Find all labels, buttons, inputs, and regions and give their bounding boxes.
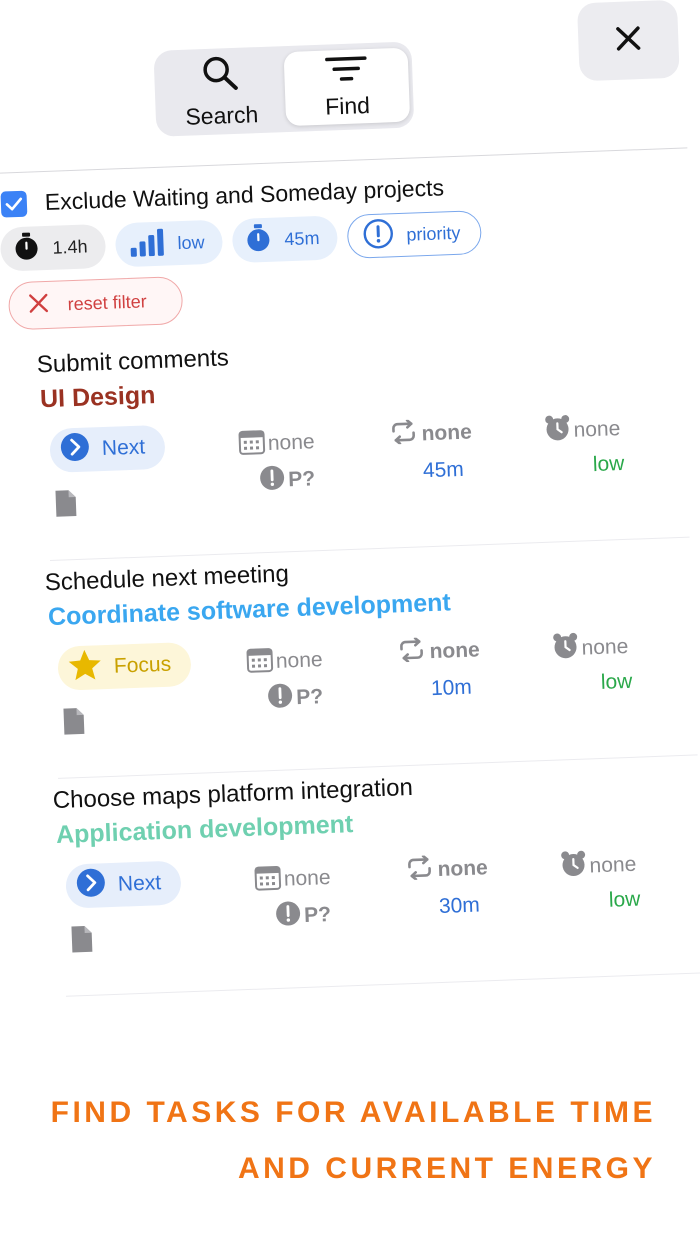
- task-duration[interactable]: 10m: [431, 676, 473, 701]
- task-alarm[interactable]: none: [551, 630, 629, 667]
- task-repeat-value: none: [437, 856, 489, 882]
- priority-chip[interactable]: priority: [346, 210, 483, 259]
- available-time-value: 1.4h: [52, 235, 88, 258]
- note-icon[interactable]: [69, 924, 94, 960]
- task-repeat[interactable]: none: [397, 635, 480, 668]
- task-due-value: none: [275, 648, 323, 673]
- reset-filter-label: reset filter: [67, 290, 147, 314]
- duration-chip[interactable]: 45m: [231, 215, 339, 264]
- exclude-checkbox[interactable]: [0, 190, 28, 218]
- calendar-icon: [237, 427, 266, 462]
- task-alarm-value: none: [573, 417, 621, 442]
- task-priority[interactable]: P?: [259, 463, 316, 497]
- duration-value: 45m: [284, 227, 320, 249]
- note-icon[interactable]: [53, 488, 78, 524]
- calendar-icon: [253, 863, 282, 898]
- timer-icon: [244, 222, 273, 258]
- task-duration[interactable]: 30m: [439, 894, 481, 919]
- chevron-right-circle-icon: [59, 432, 90, 469]
- calendar-icon: [245, 645, 274, 680]
- task-status-label: Next: [117, 871, 162, 896]
- stopwatch-icon: [12, 231, 41, 267]
- find-segment-label: Find: [324, 92, 371, 120]
- tagline-line-1: FIND TASKS FOR AVAILABLE TIME: [50, 1096, 656, 1129]
- task-card[interactable]: Choose maps platform integration Applica…: [52, 763, 700, 997]
- task-priority-value: P?: [287, 467, 316, 492]
- task-title: Submit comments: [36, 344, 230, 379]
- available-time-chip[interactable]: 1.4h: [0, 223, 107, 272]
- search-segment-label: Search: [184, 101, 259, 130]
- repeat-icon: [405, 854, 434, 886]
- task-due-value: none: [283, 865, 331, 891]
- close-icon: [614, 23, 643, 57]
- task-duration[interactable]: 45m: [423, 458, 465, 483]
- exclude-projects-row[interactable]: Exclude Waiting and Someday projects: [0, 174, 445, 218]
- task-priority-value: P?: [295, 685, 324, 710]
- task-title: Choose maps platform integration: [52, 773, 414, 815]
- task-alarm[interactable]: none: [543, 412, 621, 449]
- task-status-badge[interactable]: Next: [65, 860, 182, 909]
- alarm-clock-icon: [559, 850, 588, 885]
- star-icon: [67, 648, 102, 687]
- task-repeat-value: none: [429, 638, 481, 664]
- reset-filter-button[interactable]: reset filter: [7, 276, 184, 331]
- task-energy[interactable]: low: [592, 452, 624, 477]
- task-project[interactable]: Coordinate software development: [48, 588, 452, 632]
- search-segment[interactable]: Search: [158, 52, 285, 130]
- filter-chips: 1.4h low 45m priority: [0, 210, 483, 272]
- exclamation-circle-icon: [267, 682, 294, 715]
- task-repeat[interactable]: none: [405, 853, 488, 886]
- priority-label: priority: [406, 222, 461, 245]
- task-priority-value: P?: [303, 902, 332, 927]
- task-alarm-value: none: [589, 852, 637, 878]
- repeat-icon: [389, 419, 418, 450]
- task-due-date[interactable]: none: [253, 861, 331, 898]
- task-card[interactable]: Schedule next meeting Coordinate softwar…: [44, 545, 700, 779]
- task-status-label: Focus: [113, 652, 172, 678]
- task-divider: [65, 972, 700, 997]
- task-title: Schedule next meeting: [44, 560, 290, 597]
- exclude-label: Exclude Waiting and Someday projects: [44, 174, 445, 215]
- energy-bars-icon: [129, 226, 166, 262]
- task-alarm[interactable]: none: [559, 848, 637, 885]
- magnifier-icon: [200, 53, 242, 99]
- checkmark-icon: [5, 197, 23, 210]
- task-project[interactable]: Application development: [56, 810, 354, 850]
- task-status-badge[interactable]: Next: [49, 424, 166, 473]
- energy-chip[interactable]: low: [114, 219, 224, 268]
- close-icon: [27, 291, 50, 319]
- task-energy[interactable]: low: [600, 670, 632, 695]
- close-button[interactable]: [576, 0, 680, 82]
- filter-lines-icon: [324, 53, 369, 90]
- task-status-badge[interactable]: Focus: [57, 641, 192, 691]
- repeat-icon: [397, 636, 426, 668]
- find-segment[interactable]: Find: [283, 47, 411, 127]
- chevron-right-circle-icon: [75, 867, 106, 904]
- tilted-content: Search Find Exclude Waiting and Someday …: [0, 0, 700, 1000]
- task-due-date[interactable]: none: [245, 643, 323, 680]
- task-priority[interactable]: P?: [267, 681, 324, 715]
- tagline-line-2: AND CURRENT ENERGY: [237, 1152, 656, 1185]
- exclamation-circle-icon: [275, 900, 302, 933]
- alarm-clock-icon: [543, 414, 572, 449]
- task-energy[interactable]: low: [608, 888, 640, 913]
- task-due-value: none: [267, 430, 315, 455]
- exclamation-circle-icon: [259, 464, 286, 497]
- note-icon[interactable]: [61, 706, 86, 742]
- find-screen: Search Find Exclude Waiting and Someday …: [0, 0, 700, 1000]
- task-alarm-value: none: [581, 634, 629, 660]
- task-repeat-value: none: [421, 420, 473, 446]
- search-find-segmented-control: Search Find: [153, 41, 415, 137]
- header-divider: [0, 147, 688, 175]
- alarm-clock-icon: [551, 632, 580, 667]
- energy-value: low: [177, 231, 205, 253]
- task-status-label: Next: [101, 435, 146, 461]
- task-due-date[interactable]: none: [237, 425, 315, 462]
- task-priority[interactable]: P?: [275, 899, 332, 933]
- task-card[interactable]: Submit comments UI Design Next none P? n…: [36, 327, 700, 562]
- task-project[interactable]: UI Design: [40, 381, 156, 414]
- exclamation-circle-icon: [362, 217, 395, 255]
- task-repeat[interactable]: none: [389, 418, 472, 451]
